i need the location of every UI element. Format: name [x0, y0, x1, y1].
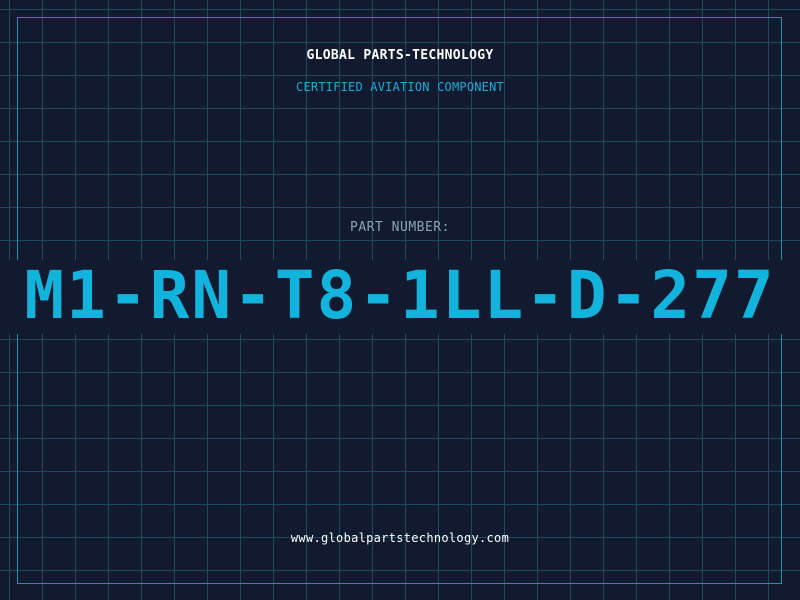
certification-subtitle: CERTIFIED AVIATION COMPONENT [296, 80, 504, 94]
label-card: GLOBAL PARTS-TECHNOLOGY CERTIFIED AVIATI… [0, 0, 800, 600]
part-number-value: M1-RN-T8-1LL-D-277 [24, 257, 776, 334]
website-url: www.globalpartstechnology.com [290, 531, 510, 545]
company-name: GLOBAL PARTS-TECHNOLOGY [306, 48, 494, 63]
part-number-label: PART NUMBER: [350, 220, 450, 235]
